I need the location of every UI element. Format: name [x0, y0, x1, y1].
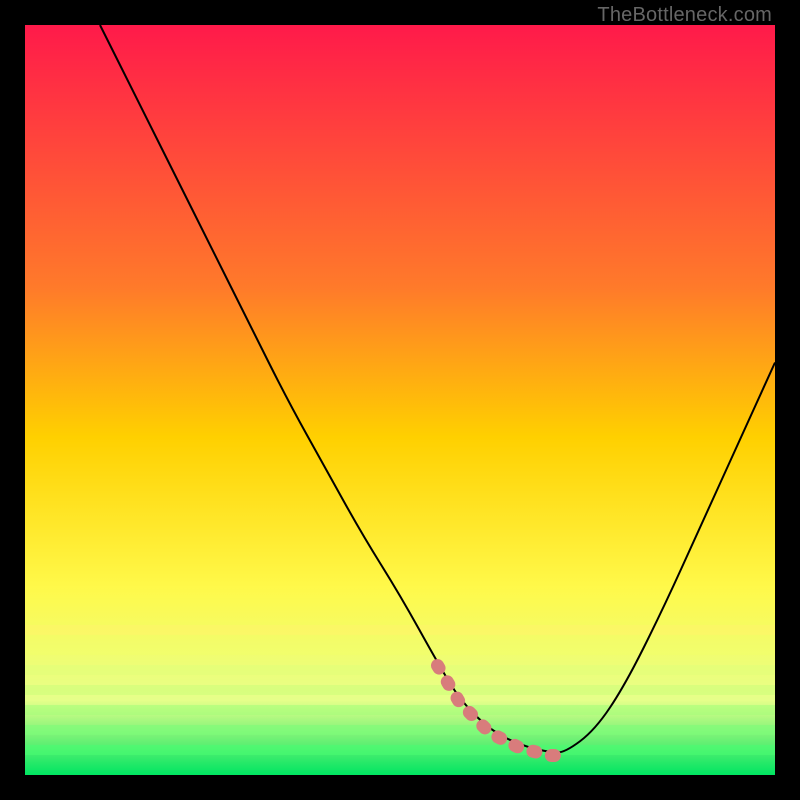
watermark-text: TheBottleneck.com [597, 4, 772, 27]
chart-frame: TheBottleneck.com [0, 0, 800, 800]
gradient-background [25, 25, 775, 775]
plot-area [25, 25, 775, 775]
chart-svg [25, 25, 775, 775]
